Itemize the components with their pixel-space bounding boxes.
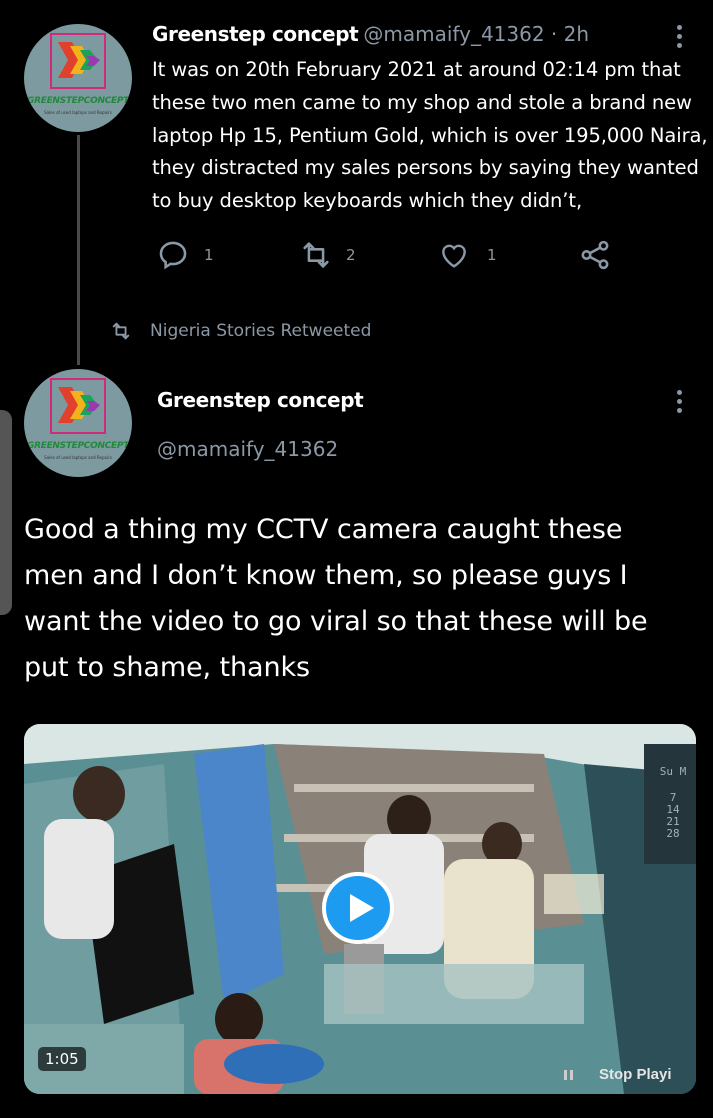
- retweeted-by-label: Nigeria Stories Retweeted: [150, 321, 372, 341]
- video-player[interactable]: Su M 7 14 21 28 1:05 Stop Playi: [24, 724, 696, 1094]
- more-options-icon[interactable]: [677, 25, 682, 52]
- edge-scroll-handle[interactable]: [0, 410, 12, 615]
- tweet2-text: Good a thing my CCTV camera caught these…: [24, 507, 704, 691]
- video-duration-badge: 1:05: [38, 1047, 86, 1071]
- tweet-text-line: to buy desktop keyboards which they didn…: [152, 189, 583, 213]
- avatar[interactable]: GREENSTEPCONCEPT Sales of used laptops a…: [24, 24, 132, 132]
- avatar-brand-text: GREENSTEPCONCEPT: [27, 96, 129, 106]
- tweet-text-line: these two men came to my shop and stole …: [152, 90, 692, 114]
- avatar-tagline: Sales of used laptops and Repairs: [44, 455, 112, 460]
- calendar-header: Su M: [659, 765, 687, 778]
- like-button[interactable]: 1: [437, 239, 497, 271]
- logo-arrows-icon: [58, 42, 100, 78]
- calendar-date: 28: [666, 827, 680, 840]
- heart-icon: [442, 244, 466, 268]
- thread-connector-line: [77, 135, 80, 365]
- tweet1-text: It was on 20th February 2021 at around 0…: [152, 54, 712, 218]
- tweet-text-line: want the video to go viral so that these…: [24, 606, 648, 637]
- retweet-icon: [303, 242, 329, 268]
- like-count: 1: [487, 246, 497, 264]
- reply-button[interactable]: 1: [156, 238, 214, 272]
- share-button[interactable]: [578, 238, 612, 276]
- avatar-brand-text: GREENSTEPCONCEPT: [27, 441, 129, 451]
- tweet-text-line: put to shame, thanks: [24, 652, 310, 683]
- reply-count: 1: [204, 246, 214, 264]
- retweet-small-icon: [112, 322, 130, 340]
- reply-icon: [159, 241, 187, 270]
- more-options-icon[interactable]: [677, 390, 682, 417]
- play-button[interactable]: [322, 872, 394, 944]
- play-icon: [350, 894, 374, 922]
- author-name[interactable]: Greenstep concept: [157, 388, 364, 412]
- cctv-calendar-overlay: Su M 7 14 21 28: [650, 766, 696, 840]
- retweeted-banner[interactable]: Nigeria Stories Retweeted: [108, 320, 371, 342]
- avatar-tagline: Sales of used laptops and Repairs: [44, 110, 112, 115]
- pause-icon: [564, 1069, 573, 1080]
- author-handle[interactable]: @mamaify_41362: [157, 437, 338, 461]
- tweet-text-line: It was on 20th February 2021 at around 0…: [152, 58, 681, 81]
- author-name[interactable]: Greenstep concept: [152, 22, 359, 46]
- avatar[interactable]: GREENSTEPCONCEPT Sales of used laptops a…: [24, 369, 132, 477]
- retweet-count: 2: [346, 246, 356, 264]
- retweet-button[interactable]: 2: [298, 238, 356, 272]
- logo-arrows-icon: [58, 387, 100, 423]
- share-icon: [581, 240, 609, 270]
- stop-playing-label: Stop Playi: [599, 1066, 672, 1083]
- tweet-text-line: they distracted my sales persons by sayi…: [152, 156, 699, 180]
- tweet-text-line: Good a thing my CCTV camera caught these: [24, 514, 623, 545]
- stop-playing-overlay[interactable]: Stop Playi: [564, 1066, 672, 1083]
- tweet-text-line: laptop Hp 15, Pentium Gold, which is ove…: [152, 123, 708, 147]
- author-handle-time[interactable]: @mamaify_41362 · 2h: [363, 22, 589, 46]
- tweet1-header: Greenstep concept @mamaify_41362 · 2h: [152, 22, 589, 46]
- tweet-text-line: men and I don’t know them, so please guy…: [24, 560, 628, 591]
